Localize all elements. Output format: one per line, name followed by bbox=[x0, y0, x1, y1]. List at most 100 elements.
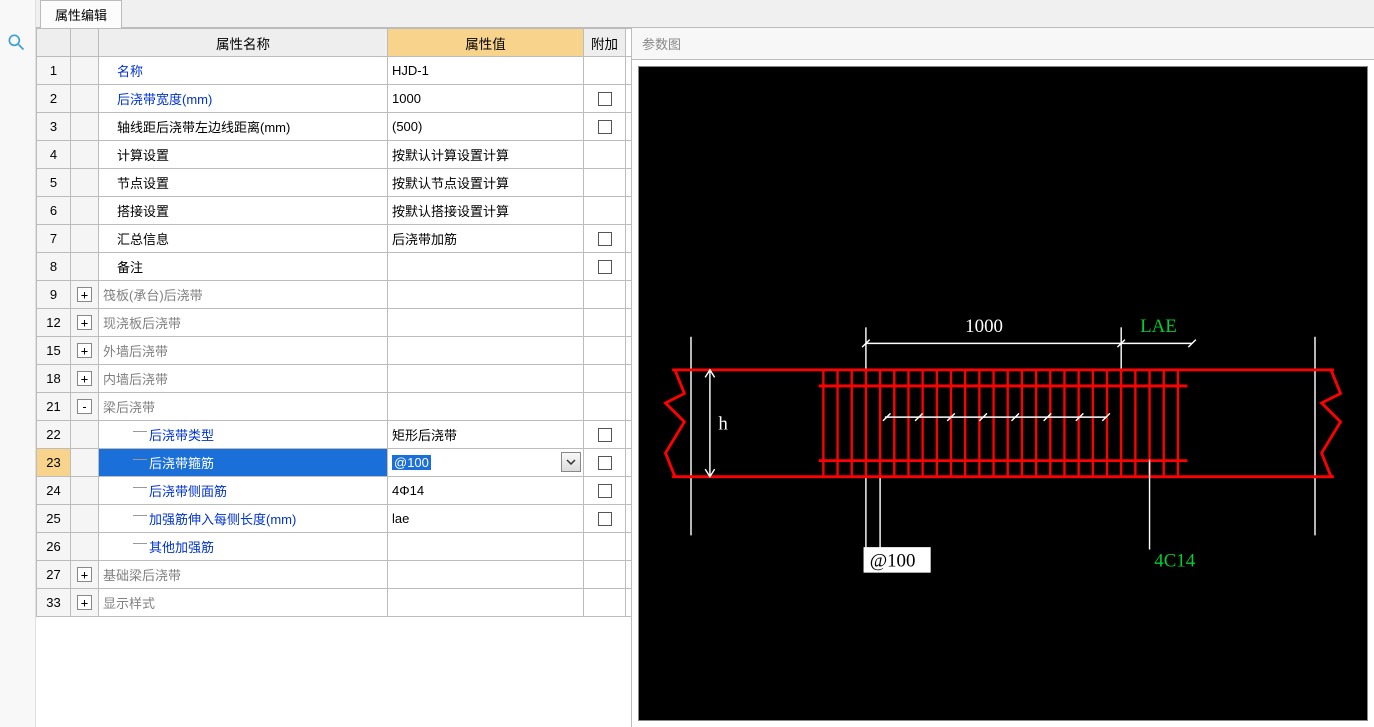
expand-icon[interactable]: + bbox=[77, 343, 92, 358]
row-toggle[interactable]: + bbox=[71, 365, 99, 392]
row-toggle[interactable]: + bbox=[71, 589, 99, 616]
header-extra: 附加 bbox=[584, 29, 626, 56]
expand-icon[interactable]: + bbox=[77, 315, 92, 330]
row-toggle[interactable]: + bbox=[71, 561, 99, 588]
property-value[interactable] bbox=[388, 253, 584, 280]
property-name: 后浇带箍筋 bbox=[99, 449, 388, 476]
tab-property-edit[interactable]: 属性编辑 bbox=[40, 0, 122, 28]
property-value[interactable] bbox=[388, 533, 584, 560]
property-extra[interactable] bbox=[584, 253, 626, 280]
property-value[interactable]: 按默认搭接设置计算 bbox=[388, 197, 584, 224]
property-extra[interactable] bbox=[584, 113, 626, 140]
property-name: 显示样式 bbox=[99, 589, 388, 616]
property-name: 节点设置 bbox=[99, 169, 388, 196]
property-value[interactable] bbox=[388, 365, 584, 392]
row-number: 8 bbox=[37, 253, 71, 280]
property-name: 内墙后浇带 bbox=[99, 365, 388, 392]
expand-icon[interactable]: + bbox=[77, 567, 92, 582]
checkbox[interactable] bbox=[598, 92, 612, 106]
property-row[interactable]: 27+基础梁后浇带 bbox=[37, 561, 631, 589]
diagram-title: 参数图 bbox=[632, 28, 1374, 60]
property-row[interactable]: 7汇总信息后浇带加筋 bbox=[37, 225, 631, 253]
row-toggle bbox=[71, 85, 99, 112]
property-name: 后浇带侧面筋 bbox=[99, 477, 388, 504]
property-row[interactable]: 26其他加强筋 bbox=[37, 533, 631, 561]
property-row[interactable]: 33+显示样式 bbox=[37, 589, 631, 617]
row-toggle[interactable]: + bbox=[71, 281, 99, 308]
property-name: 轴线距后浇带左边线距离(mm) bbox=[99, 113, 388, 140]
row-toggle[interactable]: - bbox=[71, 393, 99, 420]
property-name: 加强筋伸入每侧长度(mm) bbox=[99, 505, 388, 532]
property-value[interactable] bbox=[388, 589, 584, 616]
property-value[interactable]: HJD-1 bbox=[388, 57, 584, 84]
row-number: 5 bbox=[37, 169, 71, 196]
row-number: 4 bbox=[37, 141, 71, 168]
row-number: 22 bbox=[37, 421, 71, 448]
property-extra bbox=[584, 309, 626, 336]
checkbox[interactable] bbox=[598, 428, 612, 442]
property-row[interactable]: 2 后浇带宽度(mm)1000 bbox=[37, 85, 631, 113]
property-extra[interactable] bbox=[584, 85, 626, 112]
checkbox[interactable] bbox=[598, 120, 612, 134]
row-toggle[interactable]: + bbox=[71, 337, 99, 364]
property-row[interactable]: 25加强筋伸入每侧长度(mm)lae bbox=[37, 505, 631, 533]
expand-icon[interactable]: + bbox=[77, 371, 92, 386]
property-row[interactable]: 8备注 bbox=[37, 253, 631, 281]
property-extra[interactable] bbox=[584, 477, 626, 504]
checkbox[interactable] bbox=[598, 456, 612, 470]
dropdown-icon[interactable] bbox=[561, 452, 581, 472]
property-value[interactable] bbox=[388, 393, 584, 420]
row-toggle[interactable]: + bbox=[71, 309, 99, 336]
property-row[interactable]: 12+现浇板后浇带 bbox=[37, 309, 631, 337]
property-row[interactable]: 6搭接设置按默认搭接设置计算 bbox=[37, 197, 631, 225]
expand-icon[interactable]: + bbox=[77, 595, 92, 610]
checkbox[interactable] bbox=[598, 484, 612, 498]
property-extra[interactable] bbox=[584, 225, 626, 252]
search-icon[interactable] bbox=[6, 32, 26, 52]
row-toggle bbox=[71, 533, 99, 560]
checkbox[interactable] bbox=[598, 232, 612, 246]
row-number: 6 bbox=[37, 197, 71, 224]
row-toggle bbox=[71, 225, 99, 252]
row-number: 2 bbox=[37, 85, 71, 112]
property-value[interactable] bbox=[388, 281, 584, 308]
property-value[interactable]: 4Φ14 bbox=[388, 477, 584, 504]
property-row[interactable]: 21-梁后浇带 bbox=[37, 393, 631, 421]
row-toggle bbox=[71, 197, 99, 224]
property-row[interactable]: 4计算设置按默认计算设置计算 bbox=[37, 141, 631, 169]
property-row[interactable]: 1名称HJD-1 bbox=[37, 57, 631, 85]
property-value[interactable]: 1000 bbox=[388, 85, 584, 112]
property-value[interactable]: 按默认计算设置计算 bbox=[388, 141, 584, 168]
dim-h: h bbox=[718, 413, 728, 434]
property-extra[interactable] bbox=[584, 449, 626, 476]
property-name: 梁后浇带 bbox=[99, 393, 388, 420]
property-row[interactable]: 24 后浇带侧面筋4Φ14 bbox=[37, 477, 631, 505]
row-number: 24 bbox=[37, 477, 71, 504]
property-value[interactable]: 按默认节点设置计算 bbox=[388, 169, 584, 196]
property-value[interactable] bbox=[388, 337, 584, 364]
property-extra bbox=[584, 393, 626, 420]
expand-icon[interactable]: + bbox=[77, 287, 92, 302]
property-value[interactable]: 后浇带加筋 bbox=[388, 225, 584, 252]
property-panel: 属性名称 属性值 附加 1名称HJD-12后浇带宽度(mm)10003轴线距后浇… bbox=[36, 28, 632, 727]
property-row[interactable]: 22后浇带类型矩形后浇带 bbox=[37, 421, 631, 449]
property-row[interactable]: 23后浇带箍筋@100 bbox=[37, 449, 631, 477]
property-row[interactable]: 9+筏板(承台)后浇带 bbox=[37, 281, 631, 309]
property-value[interactable]: lae bbox=[388, 505, 584, 532]
checkbox[interactable] bbox=[598, 512, 612, 526]
property-value[interactable]: @100 bbox=[388, 449, 584, 476]
property-value[interactable]: 矩形后浇带 bbox=[388, 421, 584, 448]
property-name: 后浇带宽度(mm) bbox=[99, 85, 388, 112]
checkbox[interactable] bbox=[598, 260, 612, 274]
property-extra[interactable] bbox=[584, 421, 626, 448]
property-extra[interactable] bbox=[584, 505, 626, 532]
collapse-icon[interactable]: - bbox=[77, 399, 92, 414]
property-value[interactable] bbox=[388, 561, 584, 588]
property-row[interactable]: 5 节点设置按默认节点设置计算 bbox=[37, 169, 631, 197]
row-toggle bbox=[71, 169, 99, 196]
property-value[interactable]: (500) bbox=[388, 113, 584, 140]
property-row[interactable]: 18+内墙后浇带 bbox=[37, 365, 631, 393]
property-row[interactable]: 3轴线距后浇带左边线距离(mm)(500) bbox=[37, 113, 631, 141]
property-value[interactable] bbox=[388, 309, 584, 336]
property-row[interactable]: 15+外墙后浇带 bbox=[37, 337, 631, 365]
